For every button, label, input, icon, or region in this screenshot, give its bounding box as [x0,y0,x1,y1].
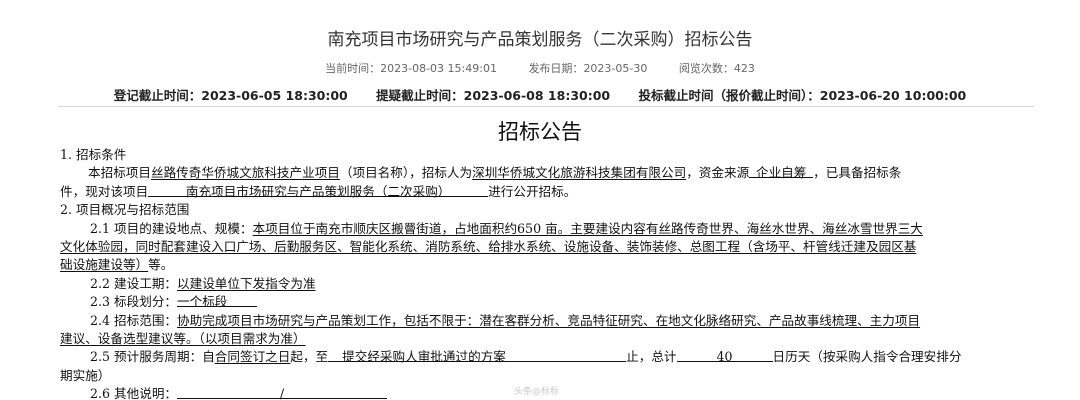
publish-date-value: 2023-05-30 [583,62,648,75]
item-2-1-line1: 本项目位于南充市顺庆区搬罾街道，占地面积约650 亩。主要建设内容有丝路传奇世界… [252,220,923,236]
item-2-5-line2: 期实施） [60,367,111,383]
view-count-value: 423 [733,62,755,75]
service-start: 合同签订之日 [214,349,291,365]
item-2-1-label: 2.1 项目的建设地点、规模： [90,220,253,236]
project-title-field: 南充项目市场研究与产品策划服务（二次采购） [148,183,489,199]
item-2-4-line2: 建议、设备选型建议等。（以项目需求为准） [60,331,306,347]
item-2-5-text-d: 日历天（按采购人指令合理安排分 [772,349,962,365]
service-days: 40 [676,348,773,364]
document-title: 招标公告 [498,120,582,144]
service-end: 提交经采购人审批通过的方案 [328,348,627,364]
item-2-1-cont2: 础设施建设等）等。 [60,256,1028,274]
section-1-heading: 1. 招标条件 [60,147,127,162]
view-count: 阅览次数：423 [679,62,755,75]
item-2-2-label: 2.2 建设工期： [90,275,178,291]
project-name: 丝路传奇华侨城文旅科技产业项目 [150,165,340,181]
current-time-label: 当前时间： [325,62,381,75]
meta-row: 当前时间：2023-08-03 15:49:01 发布日期：2023-05-30… [0,60,1080,76]
register-deadline-label: 登记截止时间： [113,88,202,103]
bid-deadline-value: 2023-06-20 10:00:00 [819,88,967,103]
item-2-5-cont: 期实施） [60,367,1028,385]
header-divider [58,106,1034,107]
publish-date-label: 发布日期： [528,62,584,75]
item-2-4-line1: 协助完成项目市场研究与产品策划工作，包括不限于：潜在客群分析、竞品特征研究、在地… [177,312,921,328]
s1-text-f: 进行公开招标。 [488,183,577,199]
s1-text-a: 本招标项目 [88,165,151,181]
item-2-4: 2.4 招标范围：协助完成项目市场研究与产品策划工作，包括不限于：潜在客群分析、… [60,312,1028,330]
question-deadline-value: 2023-06-08 18:30:00 [463,88,611,103]
s1-text-b: （项目名称），招标人为 [339,165,473,181]
register-deadline-value: 2023-06-05 18:30:00 [201,88,348,103]
item-2-5: 2.5 预计服务周期：自合同签订之日起，至 提交经采购人审批通过的方案 止，总计 40… [60,348,1028,366]
item-2-3: 2.3 标段划分：一个标段 [60,293,1028,311]
publish-date: 发布日期：2023-05-30 [528,62,647,75]
bid-deadline: 投标截止时间（报价截止时间）：2023-06-20 10:00:00 [638,88,966,103]
item-2-5-label: 2.5 预计服务周期：自 [90,349,215,365]
announcement-title: 南充项目市场研究与产品策划服务（二次采购）招标公告 [327,30,753,50]
item-2-4-cont: 建议、设备选型建议等。（以项目需求为准） [60,330,1028,348]
item-2-2: 2.2 建设工期：以建设单位下发指令为准 [60,275,1028,293]
section-1-paragraph: 本招标项目丝路传奇华侨城文旅科技产业项目（项目名称），招标人为深圳华侨城文化旅游… [60,164,1028,182]
document-body: 1. 招标条件 本招标项目丝路传奇华侨城文旅科技产业项目（项目名称），招标人为深… [60,146,1028,400]
fund-source: 企业自筹 [749,164,814,180]
item-2-1-line2: 文化体验园，同时配套建设入口广场、后勤服务区、智能化系统、消防系统、给排水系统、… [60,239,917,255]
s1-text-d: ，已具备招标条 [813,165,902,181]
item-2-4-label: 2.4 招标范围： [90,312,178,328]
item-2-1-cont: 文化体验园，同时配套建设入口广场、后勤服务区、智能化系统、消防系统、给排水系统、… [60,238,1028,256]
section-1-paragraph-cont: 件，现对该项目 南充项目市场研究与产品策划服务（二次采购） 进行公开招标。 [60,183,1028,201]
item-2-6-value: / [177,385,388,400]
bid-deadline-label: 投标截止时间（报价截止时间）： [638,88,820,103]
item-2-3-value: 一个标段 [177,293,258,309]
s1-text-c: ，资金来源 [686,165,750,181]
watermark: 头条@标标 [514,387,560,397]
item-2-5-text-c: 止，总计 [626,349,677,365]
section-2-heading: 2. 项目概况与招标范围 [60,202,190,218]
item-2-1-end: 等。 [148,257,174,273]
item-2-1-line3: 础设施建设等） [60,257,149,273]
tenderer-name: 深圳华侨城文化旅游科技集团有限公司 [472,165,687,181]
item-2-2-value: 以建设单位下发指令为准 [177,275,316,291]
deadlines-row: 登记截止时间：2023-06-05 18:30:00 提疑截止时间：2023-0… [0,85,1080,104]
current-time-value: 2023-08-03 15:49:01 [380,62,497,75]
current-time: 当前时间：2023-08-03 15:49:01 [325,62,497,75]
item-2-6-label: 2.6 其他说明： [90,386,178,400]
item-2-1: 2.1 项目的建设地点、规模：本项目位于南充市顺庆区搬罾街道，占地面积约650 … [60,220,1028,238]
question-deadline: 提疑截止时间：2023-06-08 18:30:00 [376,88,610,103]
item-2-3-label: 2.3 标段划分： [90,294,178,310]
s1-text-e: 件，现对该项目 [60,183,149,199]
item-2-5-text-b: 起，至 [290,349,329,365]
register-deadline: 登记截止时间：2023-06-05 18:30:00 [114,88,348,103]
view-count-label: 阅览次数： [678,62,734,75]
question-deadline-label: 提疑截止时间： [376,88,464,103]
